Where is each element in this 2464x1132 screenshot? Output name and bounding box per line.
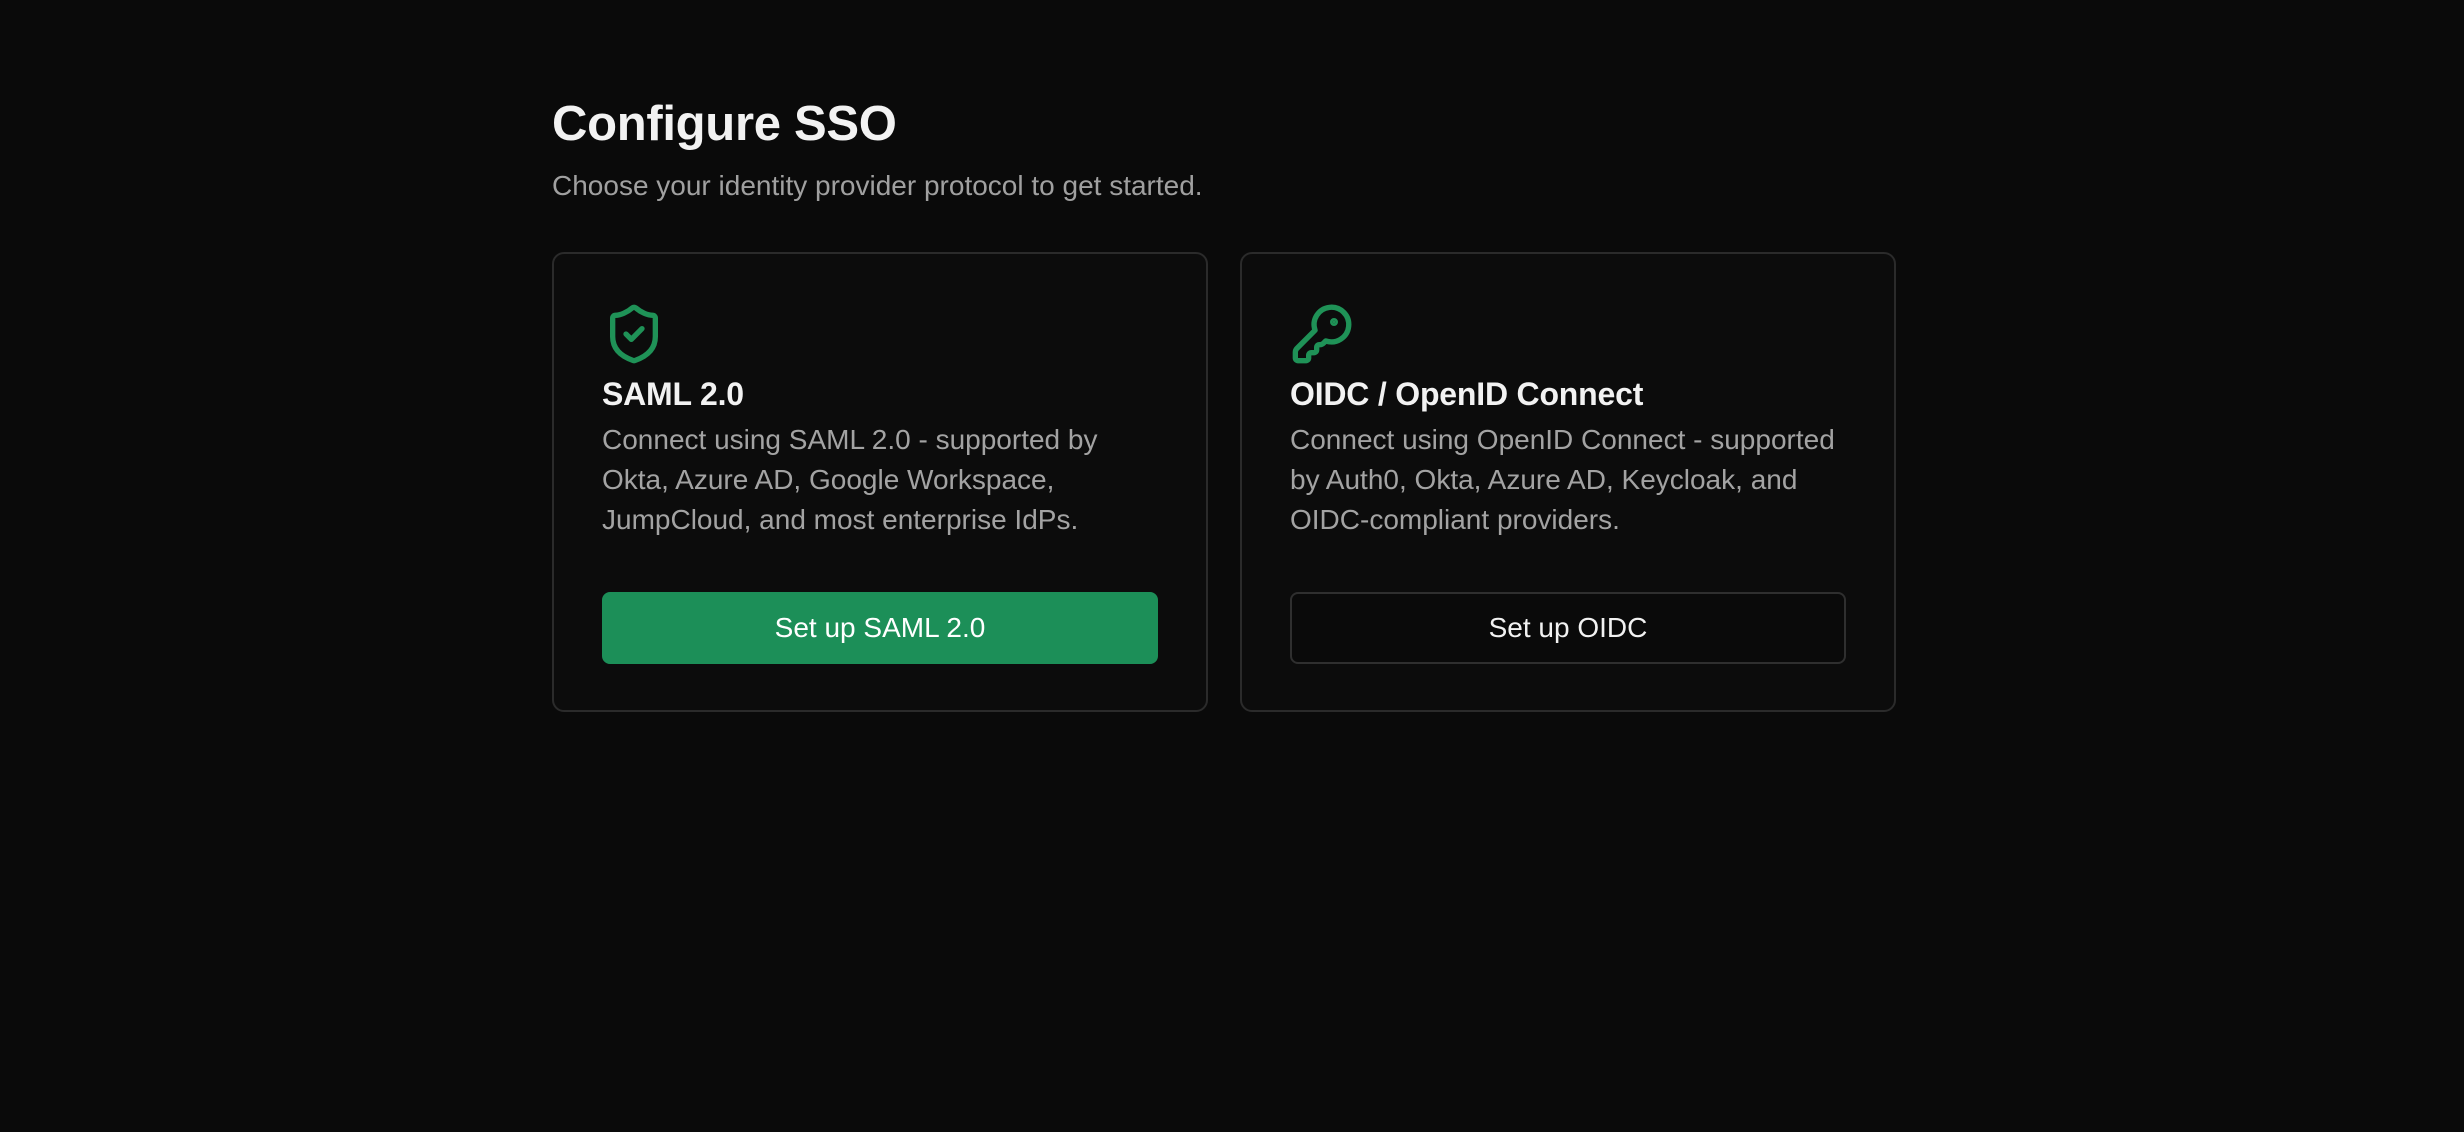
protocol-cards: SAML 2.0 Connect using SAML 2.0 - suppor… (552, 252, 1896, 712)
setup-oidc-button[interactable]: Set up OIDC (1290, 592, 1846, 664)
sso-config-page: Configure SSO Choose your identity provi… (552, 92, 1896, 712)
key-icon (1290, 302, 1354, 366)
saml-card-description: Connect using SAML 2.0 - supported by Ok… (602, 424, 1098, 535)
setup-saml-button[interactable]: Set up SAML 2.0 (602, 592, 1158, 664)
oidc-card: OIDC / OpenID Connect Connect using Open… (1240, 252, 1896, 712)
page-subtitle: Choose your identity provider protocol t… (552, 170, 1203, 201)
saml-card-title: SAML 2.0 (602, 376, 744, 412)
oidc-card-description: Connect using OpenID Connect - supported… (1290, 424, 1835, 535)
shield-check-icon (602, 302, 666, 366)
saml-card: SAML 2.0 Connect using SAML 2.0 - suppor… (552, 252, 1208, 712)
oidc-card-title: OIDC / OpenID Connect (1290, 376, 1644, 412)
page-title: Configure SSO (552, 97, 897, 151)
